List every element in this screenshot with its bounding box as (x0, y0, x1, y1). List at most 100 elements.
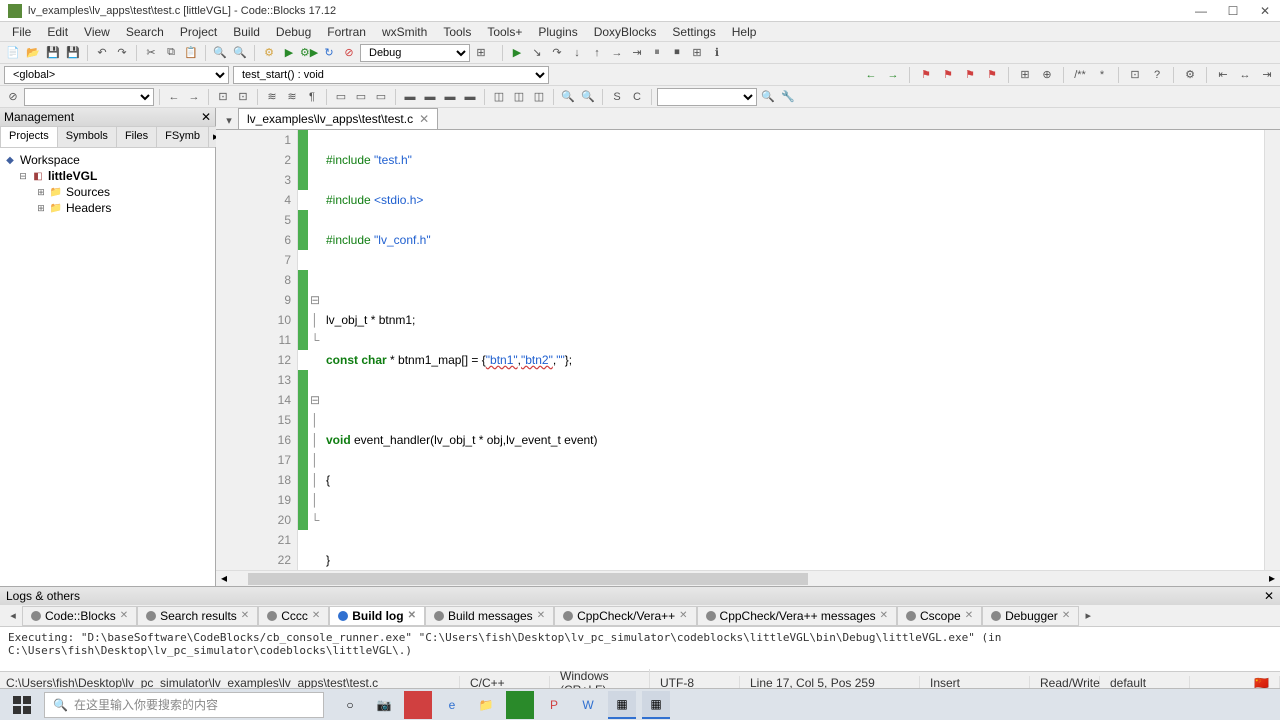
run-to-cursor-icon[interactable]: ↘ (528, 44, 546, 62)
tab-files[interactable]: Files (116, 126, 157, 147)
task-app3-icon[interactable]: ▦ (642, 691, 670, 719)
logs-scroll-right-icon[interactable]: ▸ (1079, 607, 1097, 625)
tab-symbols[interactable]: Symbols (57, 126, 117, 147)
diff-icon[interactable]: ≋ (263, 88, 281, 106)
inc-opts-icon[interactable]: 🔧 (779, 88, 797, 106)
s-icon[interactable]: S (608, 88, 626, 106)
task-app1-icon[interactable] (404, 691, 432, 719)
doxy3-icon[interactable]: /** (1071, 66, 1089, 84)
doxy7-icon[interactable]: ⚙ (1181, 66, 1199, 84)
break-icon[interactable]: ⏸ (648, 44, 666, 62)
inc-find-icon[interactable]: 🔍 (759, 88, 777, 106)
doxy5-icon[interactable]: ⊡ (1126, 66, 1144, 84)
redo-icon[interactable]: ↷ (113, 44, 131, 62)
function-select[interactable]: test_start() : void (233, 66, 549, 84)
zoom-in-icon[interactable]: 🔍 (559, 88, 577, 106)
menu-help[interactable]: Help (726, 23, 763, 41)
abort-icon[interactable]: ⊘ (340, 44, 358, 62)
menu-view[interactable]: View (78, 23, 116, 41)
hl2-icon[interactable]: ⊡ (234, 88, 252, 106)
cut-icon[interactable]: ✂ (142, 44, 160, 62)
paste-icon[interactable]: 📋 (182, 44, 200, 62)
log-tab-cccc[interactable]: Cccc✕ (258, 606, 329, 626)
next-instr-icon[interactable]: → (608, 44, 626, 62)
undo-icon[interactable]: ↶ (93, 44, 111, 62)
vertical-scrollbar[interactable] (1264, 130, 1280, 570)
tree-headers[interactable]: ⊞ 📁 Headers (4, 200, 211, 216)
menu-fortran[interactable]: Fortran (321, 23, 372, 41)
maximize-button[interactable]: ☐ (1226, 4, 1240, 18)
tab-fsymb[interactable]: FSymb (156, 126, 209, 147)
jump-fwd-icon[interactable]: ⇥ (1258, 66, 1276, 84)
hl1-icon[interactable]: ⊡ (214, 88, 232, 106)
zoom-out-icon[interactable]: 🔍 (579, 88, 597, 106)
close-tab-icon[interactable]: ✕ (419, 112, 429, 126)
log-tab-buildmsg[interactable]: Build messages✕ (425, 606, 554, 626)
menu-debug[interactable]: Debug (270, 23, 317, 41)
build-run-icon[interactable]: ⚙▶ (300, 44, 318, 62)
step-out-icon[interactable]: ↑ (588, 44, 606, 62)
block3-icon[interactable]: ▬ (441, 88, 459, 106)
horizontal-scrollbar[interactable]: ◂ ▸ (216, 570, 1280, 586)
menu-project[interactable]: Project (174, 23, 223, 41)
log-tab-buildlog[interactable]: Build log✕ (329, 606, 425, 626)
task-cortana-icon[interactable]: ○ (336, 691, 364, 719)
menu-tools[interactable]: Tools (437, 23, 477, 41)
bookmark-prev-icon[interactable]: ⚑ (939, 66, 957, 84)
log-tab-cscope[interactable]: Cscope✕ (897, 606, 982, 626)
doxy2-icon[interactable]: ⊕ (1038, 66, 1056, 84)
log-tab-cppcheckmsg[interactable]: CppCheck/Vera++ messages✕ (697, 606, 897, 626)
rebuild-icon[interactable]: ↻ (320, 44, 338, 62)
search-combo[interactable] (24, 88, 154, 106)
bookmark-next-icon[interactable]: ⚑ (961, 66, 979, 84)
task-word-icon[interactable]: W (574, 691, 602, 719)
build-icon[interactable]: ⚙ (260, 44, 278, 62)
jump-icon[interactable]: ↔ (1236, 66, 1254, 84)
prev-icon[interactable]: ← (165, 88, 183, 106)
sel3-icon[interactable]: ▭ (372, 88, 390, 106)
save-all-icon[interactable]: 💾 (64, 44, 82, 62)
step-over-icon[interactable]: ↷ (548, 44, 566, 62)
menu-edit[interactable]: Edit (41, 23, 74, 41)
nav-back-icon[interactable]: ← (862, 66, 880, 84)
debug-run-icon[interactable]: ▶ (508, 44, 526, 62)
task-app2-icon[interactable] (506, 691, 534, 719)
run-icon[interactable]: ▶ (280, 44, 298, 62)
target-icon[interactable]: ⊞ (472, 44, 490, 62)
doxy6-icon[interactable]: ? (1148, 66, 1166, 84)
jump-back-icon[interactable]: ⇤ (1214, 66, 1232, 84)
clear-icon[interactable]: ⊘ (4, 88, 22, 106)
block1-icon[interactable]: ▬ (401, 88, 419, 106)
expander-icon[interactable]: ⊞ (36, 203, 46, 214)
file-tab-testc[interactable]: lv_examples\lv_apps\test\test.c ✕ (238, 108, 438, 129)
bookmark-toggle-icon[interactable]: ⚑ (917, 66, 935, 84)
start-button[interactable] (6, 691, 38, 719)
menu-plugins[interactable]: Plugins (532, 23, 583, 41)
task-explorer-icon[interactable]: 📁 (472, 691, 500, 719)
step-into-icon[interactable]: ↓ (568, 44, 586, 62)
inc-search-combo[interactable] (657, 88, 757, 106)
bookmark-clear-icon[interactable]: ⚑ (983, 66, 1001, 84)
pilcrow-icon[interactable]: ¶ (303, 88, 321, 106)
sel2-icon[interactable]: ▭ (352, 88, 370, 106)
task-powerpoint-icon[interactable]: P (540, 691, 568, 719)
grp2-icon[interactable]: ◫ (510, 88, 528, 106)
diff2-icon[interactable]: ≋ (283, 88, 301, 106)
menu-build[interactable]: Build (227, 23, 266, 41)
sel1-icon[interactable]: ▭ (332, 88, 350, 106)
grp3-icon[interactable]: ◫ (530, 88, 548, 106)
fold-column[interactable]: ⊟│└ ⊟│││││└ (308, 130, 322, 570)
scope-select[interactable]: <global> (4, 66, 229, 84)
build-target-select[interactable]: Debug (360, 44, 470, 62)
log-tab-cppcheck[interactable]: CppCheck/Vera++✕ (554, 606, 696, 626)
block4-icon[interactable]: ▬ (461, 88, 479, 106)
log-tab-debugger[interactable]: Debugger✕ (982, 606, 1079, 626)
task-edge-icon[interactable]: e (438, 691, 466, 719)
tab-projects[interactable]: Projects (0, 126, 58, 147)
expander-icon[interactable]: ⊟ (18, 171, 28, 182)
tree-sources[interactable]: ⊞ 📁 Sources (4, 184, 211, 200)
taskbar-search[interactable]: 🔍 在这里输入你要搜索的内容 (44, 692, 324, 718)
log-output[interactable]: Executing: "D:\baseSoftware\CodeBlocks/c… (0, 627, 1280, 671)
c-icon[interactable]: C (628, 88, 646, 106)
next-icon[interactable]: → (185, 88, 203, 106)
